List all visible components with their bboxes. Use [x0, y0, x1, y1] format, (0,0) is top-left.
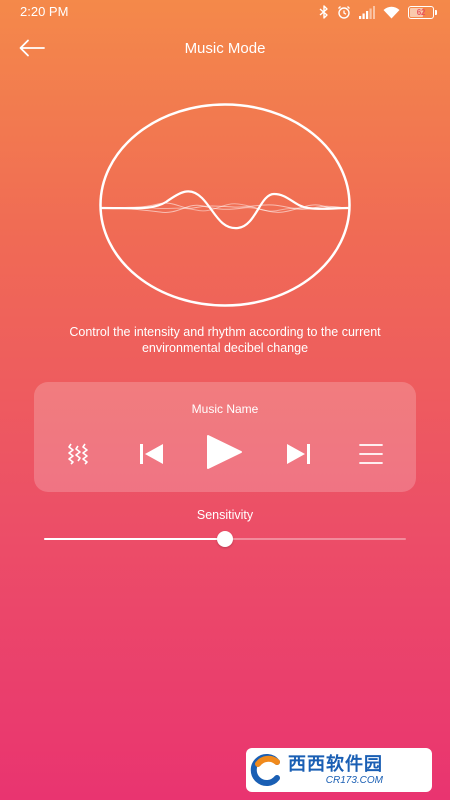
previous-icon	[139, 443, 165, 470]
alarm-icon	[337, 5, 351, 19]
slider-fill	[44, 538, 225, 540]
sensitivity-label: Sensitivity	[196, 508, 254, 522]
wifi-icon	[383, 6, 400, 19]
sound-wave-visualizer	[98, 102, 352, 308]
visualizer-description: Control the intensity and rhythm accordi…	[69, 325, 381, 355]
next-icon	[285, 443, 311, 470]
page-title: Music Mode	[184, 40, 266, 57]
status-bar: 2:20 PM 62	[0, 0, 450, 24]
watermark-logo: 西西软件园 CR173.COM	[246, 748, 432, 792]
next-button[interactable]	[280, 438, 316, 474]
status-time: 2:20 PM	[20, 4, 69, 19]
player-card: Music Name	[34, 382, 416, 492]
battery-icon: 62	[408, 5, 437, 19]
music-mode-screen: 2:20 PM 62 Music Mode Control the intens…	[0, 0, 450, 800]
slider-thumb[interactable]	[217, 531, 233, 547]
track-name: Music Name	[191, 402, 259, 416]
playlist-button[interactable]	[354, 440, 388, 472]
equalizer-button[interactable]	[62, 440, 94, 472]
watermark-domain: CR173.COM	[325, 774, 383, 786]
previous-button[interactable]	[134, 438, 170, 474]
battery-level: 62	[416, 7, 426, 17]
play-button[interactable]	[202, 432, 246, 476]
watermark-brand: 西西软件园	[288, 753, 383, 774]
bluetooth-icon	[319, 5, 329, 19]
watermark-c-icon	[246, 748, 288, 792]
equalizer-icon	[66, 443, 90, 470]
play-icon	[205, 434, 243, 475]
signal-icon	[359, 5, 375, 19]
status-icons: 62	[319, 4, 437, 20]
sensitivity-slider[interactable]	[44, 530, 406, 548]
playlist-icon	[359, 443, 383, 470]
